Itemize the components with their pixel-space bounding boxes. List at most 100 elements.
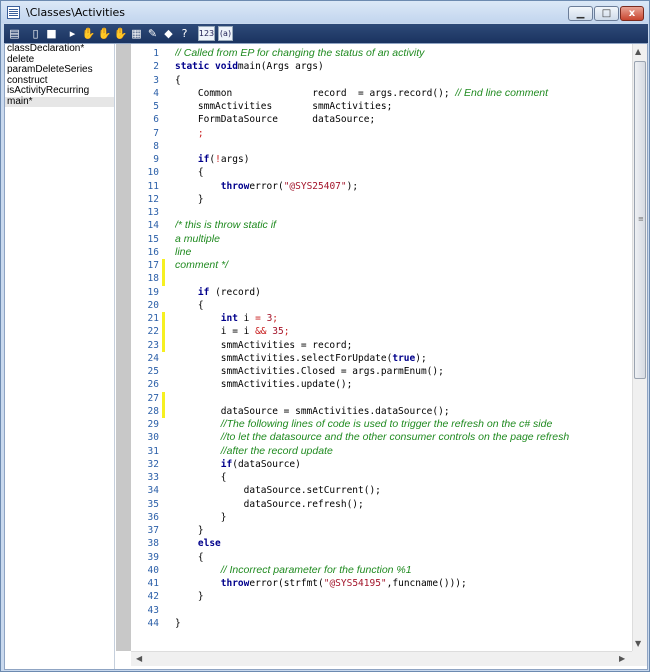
code-token: } [175,511,227,523]
code-token: } [175,617,181,629]
code-token: { [175,74,181,86]
code-line[interactable]: smmActivities.selectForUpdate(true); [175,352,427,365]
code-editor[interactable]: // Called from EP for changing the statu… [175,44,630,651]
code-line[interactable]: } [175,193,204,206]
code-line[interactable]: throwerror("@SYS25407"); [175,180,358,193]
code-line[interactable]: //after the record update [175,445,333,458]
save-icon[interactable]: ■ [44,26,59,41]
code-line[interactable]: dataSource = smmActivities.dataSource(); [175,405,450,418]
code-line[interactable]: throwerror(strfmt("@SYS54195",funcname()… [175,577,467,590]
code-line[interactable]: // Incorrect parameter for the function … [175,564,412,577]
change-marker [162,312,165,326]
code-line[interactable]: smmActivities = record; [175,339,353,352]
keyword-token: else [197,538,221,550]
code-line[interactable]: { [175,551,204,564]
method-list-item[interactable]: main* [5,96,114,107]
code-line[interactable]: { [175,471,227,484]
code-token: main(Args args) [237,61,324,73]
source-control-icon[interactable]: ◆ [161,26,176,41]
code-line[interactable]: } [175,511,227,524]
code-line[interactable]: comment */ [175,259,228,272]
code-line[interactable]: { [175,299,204,312]
breakpoint-icon[interactable]: ✋ [81,26,96,41]
code-line[interactable]: } [175,590,204,603]
help-icon[interactable]: ? [177,26,192,41]
code-line[interactable]: smmActivities.Closed = args.parmEnum(); [175,365,444,378]
code-token: } [175,591,204,603]
keyword-token: if [197,286,210,298]
code-line[interactable]: i = i && 35; [175,325,290,338]
comment-token: a multiple [175,232,220,245]
line-number: 32 [147,458,159,470]
line-number: 18 [147,273,159,285]
code-line[interactable]: { [175,74,181,87]
code-line[interactable]: if(dataSource) [175,458,301,471]
code-line[interactable]: if (record) [175,286,261,299]
toolbar: ▤ ▯ ■ ▸ ✋ ✋ ✋ ▦ ✎ ◆? 123 (a) [4,24,648,43]
code-line[interactable]: { [175,166,204,179]
window-title: \Classes\Activities [26,5,126,19]
code-token: (dataSource) [232,458,301,470]
enable-breakpoint-icon[interactable]: ✋ [113,26,128,41]
pane-splitter[interactable] [116,44,131,651]
change-marker [162,391,165,405]
code-line[interactable]: static voidmain(Args args) [175,60,324,73]
method-list-item[interactable]: paramDeleteSeries [5,64,114,76]
close-button[interactable]: x [620,6,644,21]
title-bar[interactable]: \Classes\Activities [1,1,649,23]
line-number: 14 [147,220,159,232]
code-line[interactable]: int i = 3; [175,312,278,325]
line-number: 1 [153,48,159,59]
code-line[interactable]: else [175,537,221,550]
code-line[interactable]: smmActivities smmActivities; [175,100,392,113]
scroll-left-arrow-icon[interactable]: ◀ [136,654,142,663]
script-button[interactable]: (a) [218,26,233,41]
code-token: { [175,299,204,311]
code-token: } [175,193,204,205]
line-numbers-toggle-button[interactable]: 123 [198,26,215,41]
scroll-down-arrow-icon[interactable]: ▼ [635,639,641,648]
code-line[interactable]: FormDataSource dataSource; [175,113,375,126]
document-icon [7,5,20,19]
code-line[interactable]: smmActivities.update(); [175,378,353,391]
code-line[interactable]: Common record = args.record(); // End li… [175,87,548,100]
run-icon[interactable]: ▸ [65,26,80,41]
code-line[interactable]: dataSource.setCurrent(); [175,484,381,497]
scroll-right-arrow-icon[interactable]: ▶ [619,654,625,663]
code-line[interactable]: } [175,617,181,630]
code-line[interactable]: // Called from EP for changing the statu… [175,47,424,60]
code-line[interactable]: a multiple [175,233,220,246]
code-line[interactable]: dataSource.refresh(); [175,498,364,511]
remove-breakpoints-icon[interactable]: ✋ [97,26,112,41]
vertical-scroll-thumb[interactable]: ≡ [634,61,646,379]
keyword-token: true [392,352,416,364]
vertical-scrollbar[interactable]: ▲ ≡ ▼ [632,44,647,651]
line-number: 2 [153,61,159,73]
scroll-up-arrow-icon[interactable]: ▲ [635,47,641,56]
toolbar-separator [23,26,27,41]
line-number: 36 [147,511,159,523]
code-line[interactable]: /* this is throw static if [175,219,276,232]
maximize-button[interactable]: □ [594,6,619,21]
compile-icon[interactable]: ▦ [129,26,144,41]
minimize-button[interactable]: ▁ [568,6,593,21]
code-line[interactable]: if(!args) [175,153,250,166]
code-line[interactable]: //to let the datasource and the other co… [175,431,569,444]
lookup-icon[interactable]: ✎ [145,26,160,41]
code-line[interactable]: } [175,524,204,537]
line-number: 40 [147,564,159,576]
new-icon[interactable]: ▯ [28,26,43,41]
code-line[interactable]: ; [175,127,204,140]
operator-token: && [255,326,267,338]
horizontal-scrollbar[interactable]: ◀ ▶ [131,651,632,666]
code-token: { [175,167,204,179]
method-list-item[interactable]: isActivityRecurring [5,85,114,97]
method-list-item[interactable]: classDeclaration* [5,43,114,55]
code-line[interactable]: line [175,246,191,259]
code-line[interactable]: //The following lines of code is used to… [175,418,553,431]
properties-icon[interactable]: ▤ [7,26,22,41]
